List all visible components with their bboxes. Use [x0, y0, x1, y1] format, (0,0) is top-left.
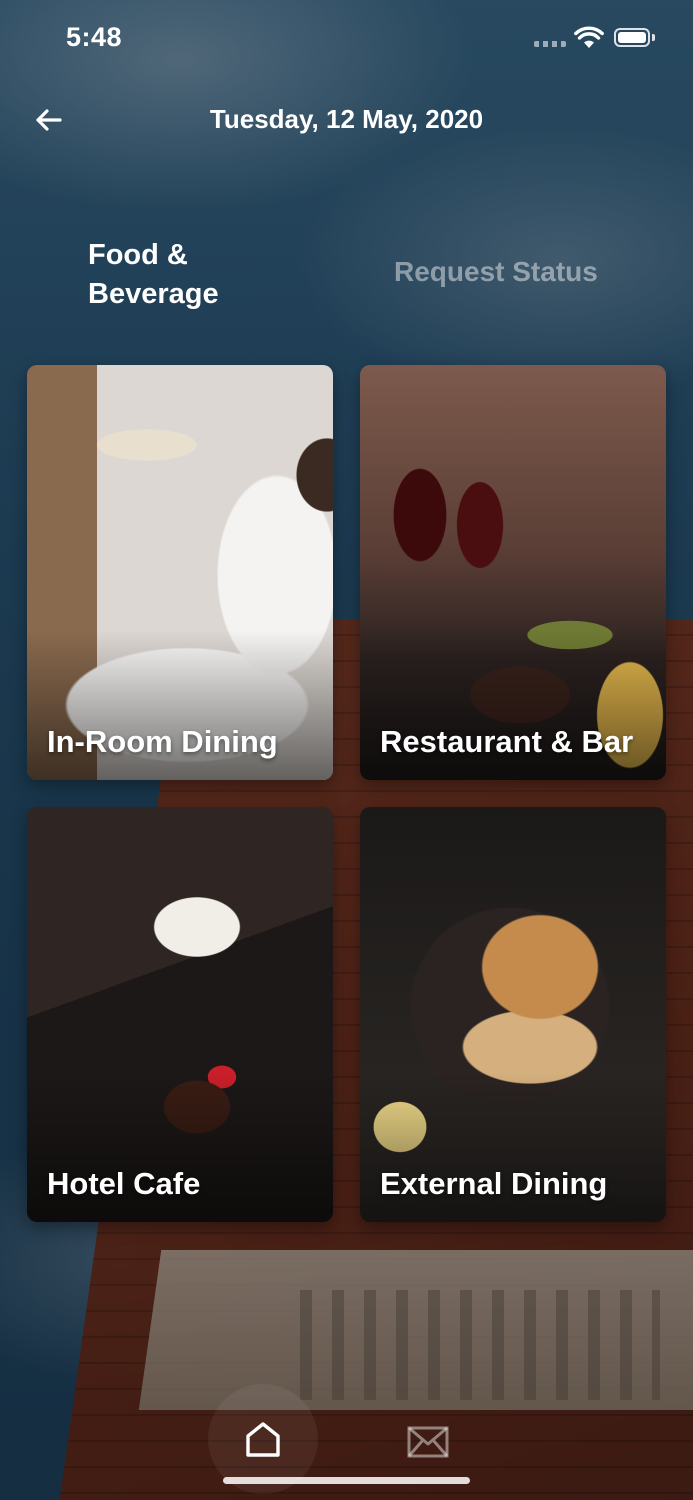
- mail-tab-button[interactable]: [402, 1416, 454, 1468]
- tab-food-beverage[interactable]: Food & Beverage: [88, 236, 268, 314]
- wifi-icon: [574, 26, 604, 48]
- page-title: Tuesday, 12 May, 2020: [209, 104, 484, 134]
- header: Tuesday, 12 May, 2020: [0, 96, 693, 146]
- home-indicator: [223, 1477, 470, 1484]
- food-beverage-screen: 5:48 Tuesday, 12 May, 2020 Food & Bevera…: [0, 0, 693, 1500]
- battery-icon: [614, 28, 650, 47]
- card-restaurant-bar[interactable]: Restaurant & Bar: [360, 365, 666, 780]
- card-hotel-cafe[interactable]: Hotel Cafe: [27, 807, 333, 1222]
- card-label: Restaurant & Bar: [380, 724, 634, 759]
- home-icon: [246, 1422, 280, 1457]
- card-label: External Dining: [380, 1166, 608, 1201]
- card-external-dining[interactable]: External Dining: [360, 807, 666, 1222]
- card-label: In-Room Dining: [47, 724, 278, 759]
- status-time: 5:48: [66, 22, 123, 52]
- battery-cap: [652, 34, 655, 41]
- card-label: Hotel Cafe: [47, 1166, 201, 1201]
- cellular-signal-icon: [534, 41, 566, 47]
- mail-icon: [407, 1426, 449, 1458]
- card-in-room-dining[interactable]: In-Room Dining: [27, 365, 333, 780]
- tab-request-status[interactable]: Request Status: [394, 256, 598, 288]
- status-bar: 5:48: [0, 0, 693, 76]
